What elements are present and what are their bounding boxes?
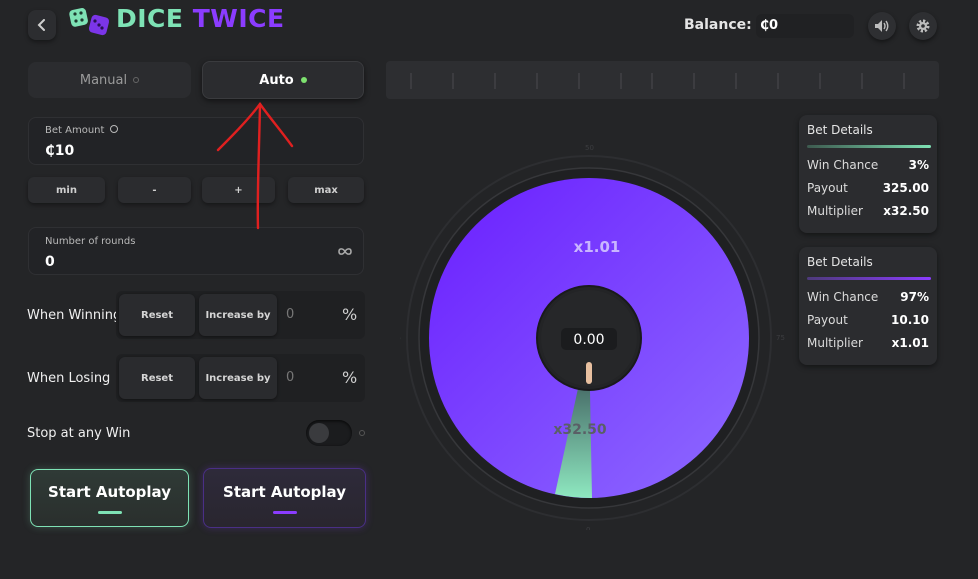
infinity-icon [338,248,352,255]
payout-label: Payout [807,313,848,327]
bet-details-purple-title: Bet Details [807,255,873,269]
settings-button[interactable] [909,12,937,40]
purple-indicator-bar [272,510,297,514]
win-chance-value: 97% [900,290,929,304]
bet-details-green-title: Bet Details [807,123,873,137]
tab-auto-label: Auto [259,72,294,88]
info-icon [109,125,118,133]
when-losing-input[interactable]: 0 [286,370,294,385]
decrease-button[interactable]: - [118,177,191,203]
wheel-result: 0.00 [573,332,604,348]
stop-at-win-toggle[interactable] [306,420,352,446]
sound-button[interactable] [868,12,896,40]
gear-icon [916,19,930,33]
bet-details-purple-panel: Bet Details Win Chance 97% Payout 10.10 … [799,247,937,365]
stop-at-win-label: Stop at any Win [27,426,131,441]
back-button[interactable] [28,10,56,40]
increase-button[interactable]: + [202,177,275,203]
when-losing-increase-button[interactable]: Increase by [199,357,277,399]
win-chance-label: Win Chance [807,290,879,304]
balance-label: Balance: [684,17,752,33]
range-ruler[interactable] [386,61,939,99]
multiplier-value: x32.50 [883,204,929,218]
when-losing-label: When Losing [27,371,111,386]
start-autoplay-green-button[interactable]: Start Autoplay [30,469,189,527]
chevron-left-icon [37,19,45,31]
rounds-field[interactable]: Number of rounds 0 [28,227,364,275]
dice-wheel: 50 25 75 0 0.00 x1.01 x32.50 [400,144,785,530]
when-winning-input[interactable]: 0 [286,307,294,322]
tab-manual-label: Manual [79,72,128,88]
toggle-status-dot-icon [359,430,365,436]
purple-accent-line [807,277,931,280]
app-logo: DICE TWICE [116,4,285,33]
ruler-ticks [410,73,905,89]
start-autoplay-purple-button[interactable]: Start Autoplay [203,468,366,528]
toggle-knob [309,423,329,443]
logo-twice-text: TWICE [192,4,285,33]
when-winning-increase-button[interactable]: Increase by [199,294,277,336]
payout-value: 10.10 [891,313,929,327]
logo-dice-icon [69,8,110,36]
start-autoplay-green-label: Start Autoplay [48,482,171,501]
balance-value: ₵0 [756,14,854,38]
speaker-icon [875,20,889,32]
wheel-tick-left: 25 [400,334,401,342]
multiplier-label: Multiplier [807,336,863,350]
payout-label: Payout [807,181,848,195]
start-autoplay-purple-label: Start Autoplay [223,482,346,501]
wheel-tick-top: 50 [585,144,594,152]
bet-details-green-panel: Bet Details Win Chance 3% Payout 325.00 … [799,115,937,233]
when-winning-label: When Winning [27,308,122,323]
rounds-value: 0 [45,254,55,270]
when-winning-unit: % [342,305,358,324]
bet-amount-label: Bet Amount [45,125,105,136]
wheel-big-multiplier: x1.01 [574,238,621,256]
when-losing-reset-button[interactable]: Reset [119,357,195,399]
multiplier-label: Multiplier [807,204,863,218]
inactive-dot-icon [133,77,140,83]
payout-value: 325.00 [882,181,929,195]
when-losing-unit: % [342,368,358,387]
tab-manual[interactable]: Manual [28,62,191,98]
max-button[interactable]: max [288,177,364,203]
bet-amount-value: ₵10 [45,143,75,159]
multiplier-value: x1.01 [891,336,929,350]
win-chance-label: Win Chance [807,158,879,172]
wheel-tick-right: 75 [776,334,785,342]
wheel-tick-bottom: 0 [586,526,590,530]
wheel-small-multiplier: x32.50 [553,422,607,438]
when-winning-control: Reset Increase by 0 % [116,291,365,339]
tab-auto[interactable]: Auto [202,61,364,99]
logo-dice-text: DICE [116,4,184,33]
rounds-label: Number of rounds [45,236,136,247]
green-indicator-bar [97,510,122,514]
win-chance-value: 3% [908,158,929,172]
when-losing-control: Reset Increase by 0 % [116,354,365,402]
when-winning-reset-button[interactable]: Reset [119,294,195,336]
bet-amount-field[interactable]: Bet Amount ₵10 [28,117,364,165]
min-button[interactable]: min [28,177,105,203]
bet-amount-label-row: Bet Amount [45,125,118,136]
green-accent-line [807,145,931,148]
active-dot-icon [300,77,307,83]
